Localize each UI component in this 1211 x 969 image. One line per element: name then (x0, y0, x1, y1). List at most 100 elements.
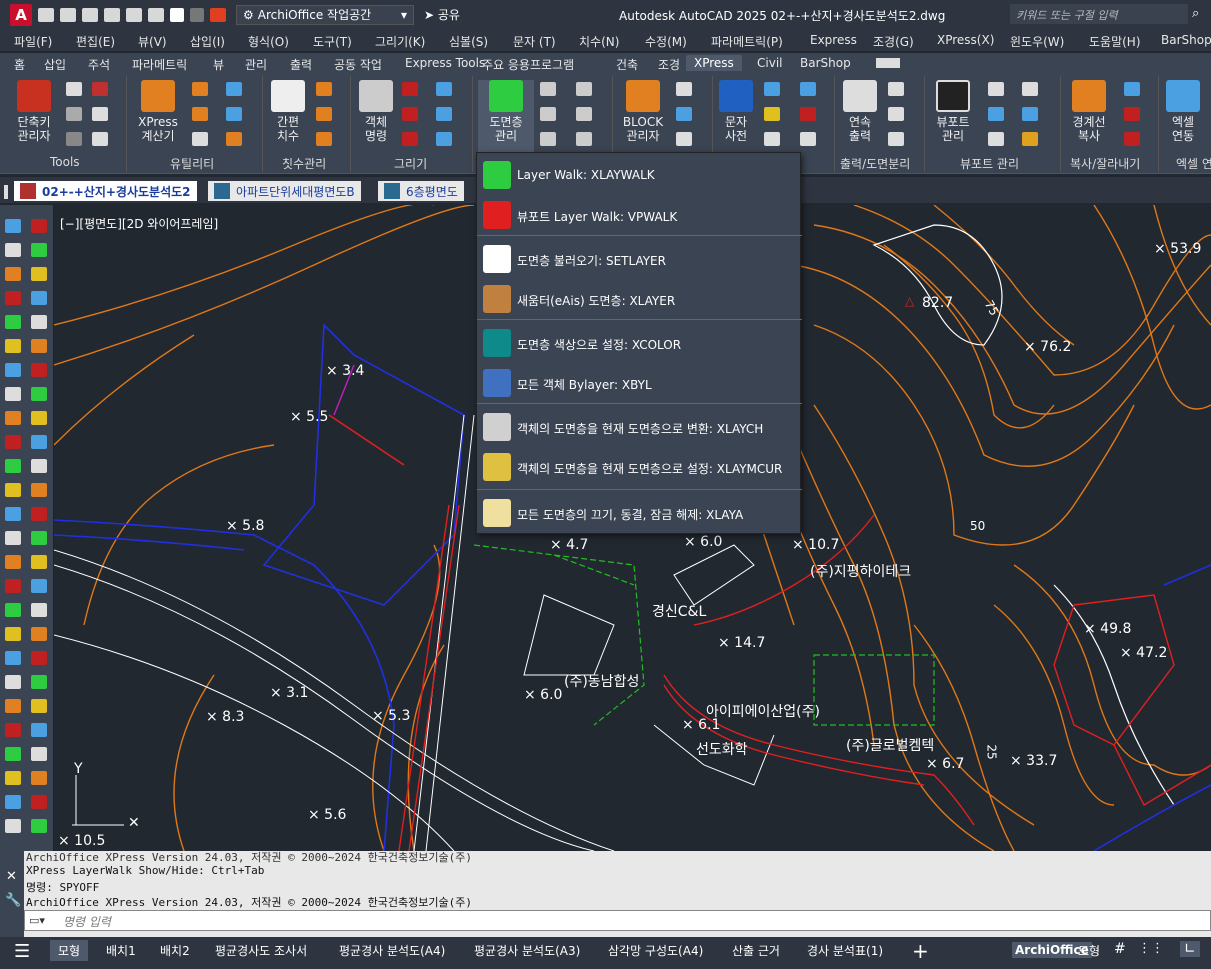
plot-icon[interactable] (148, 7, 164, 22)
left-tool-icon[interactable] (5, 219, 21, 233)
text-icon-6[interactable] (800, 132, 816, 146)
ribbon-tab-5[interactable]: 관리 (245, 56, 267, 73)
layer-icon-6[interactable] (576, 132, 592, 146)
left-tool-icon[interactable] (5, 579, 21, 593)
doc-tab[interactable]: 아파트단위세대평면도B (208, 181, 361, 201)
left-tool-icon[interactable] (31, 603, 47, 617)
menu-item-10[interactable]: 수정(M) (645, 33, 687, 50)
text-icon-4[interactable] (800, 107, 816, 121)
text-dictionary-button[interactable]: 문자 사전 (716, 80, 756, 143)
vp-icon-4[interactable] (1022, 107, 1038, 121)
layer-menu-item[interactable]: Layer Walk: XLAYWALK (477, 155, 802, 195)
left-tool-icon[interactable] (31, 243, 47, 257)
doc-tab[interactable]: 6층평면도 (378, 181, 464, 201)
left-tool-icon[interactable] (5, 819, 21, 833)
draw-icon-3[interactable] (402, 132, 418, 146)
util-icon-4[interactable] (226, 107, 242, 121)
dim-icon-3[interactable] (316, 132, 332, 146)
plot-icon-2[interactable] (888, 107, 904, 121)
left-tool-icon[interactable] (31, 651, 47, 665)
ribbon-tab-0[interactable]: 홈 (14, 56, 25, 73)
left-tool-icon[interactable] (31, 291, 47, 305)
tool-icon-6[interactable] (92, 132, 108, 146)
ribbon-tab-13[interactable]: Civil (757, 56, 782, 70)
open-folder-icon[interactable] (60, 7, 76, 22)
copy-icon-3[interactable] (1124, 132, 1140, 146)
archioffice-icon[interactable] (210, 7, 226, 22)
left-tool-icon[interactable] (5, 291, 21, 305)
dim-icon-2[interactable] (316, 107, 332, 121)
viewport-controls-label[interactable]: [−][평면도][2D 와이어프레임] (60, 215, 218, 232)
tool-icon-3[interactable] (66, 107, 82, 121)
new-file-icon[interactable] (38, 7, 54, 22)
block-icon-3[interactable] (676, 132, 692, 146)
layer-icon-1[interactable] (540, 82, 556, 96)
left-tool-icon[interactable] (5, 603, 21, 617)
menu-item-2[interactable]: 뷰(V) (138, 33, 167, 50)
text-icon-1[interactable] (764, 82, 780, 96)
excel-link-button[interactable]: 엑셀 연동 (1162, 80, 1204, 143)
left-tool-icon[interactable] (5, 747, 21, 761)
vp-icon-2[interactable] (1022, 82, 1038, 96)
layer-icon-3[interactable] (540, 107, 556, 121)
block-manager-button[interactable]: BLOCK 관리자 (618, 80, 668, 143)
ortho-icon[interactable]: ∟ (1180, 941, 1200, 957)
shortcut-manager-button[interactable]: 단축키 관리자 (12, 80, 56, 143)
search-input[interactable]: 키워드 또는 구절 입력 (1010, 4, 1188, 24)
autocad-logo-button[interactable]: A (10, 3, 32, 26)
left-tool-icon[interactable] (31, 483, 47, 497)
left-tool-icon[interactable] (31, 507, 47, 521)
left-tool-icon[interactable] (31, 795, 47, 809)
left-tool-icon[interactable] (31, 339, 47, 353)
menu-item-7[interactable]: 심볼(S) (449, 33, 488, 50)
layout-tab-0[interactable]: 모형 (50, 940, 89, 961)
workspace-dropdown[interactable]: ⚙ ArchiOffice 작업공간 ▾ (236, 4, 414, 25)
left-tool-icon[interactable] (5, 555, 21, 569)
ribbon-tab-3[interactable]: 파라메트릭 (132, 56, 187, 73)
left-tool-icon[interactable] (5, 363, 21, 377)
save-icon[interactable] (82, 7, 98, 22)
menu-item-15[interactable]: 윈도우(W) (1010, 33, 1064, 50)
layout-tab-4[interactable]: 평균경사 분석도(A4) (339, 942, 445, 959)
menu-item-1[interactable]: 편집(E) (76, 33, 115, 50)
save-as-icon[interactable] (104, 7, 120, 22)
left-tool-icon[interactable] (5, 675, 21, 689)
layer-menu-item[interactable]: 뷰포트 Layer Walk: VPWALK (477, 195, 802, 235)
vp-icon-3[interactable] (988, 107, 1004, 121)
dim-icon-1[interactable] (316, 82, 332, 96)
layout-tab-3[interactable]: 평균경사도 조사서 (215, 942, 307, 959)
layer-menu-item[interactable]: 모든 도면층의 끄기, 동결, 잠금 해제: XLAYA (477, 493, 802, 533)
ribbon-tab-14[interactable]: BarShop (800, 56, 851, 70)
left-tool-icon[interactable] (31, 363, 47, 377)
layer-icon-4[interactable] (576, 107, 592, 121)
layout-tab-1[interactable]: 배치1 (106, 942, 136, 959)
menu-item-0[interactable]: 파일(F) (14, 33, 52, 50)
menu-item-11[interactable]: 파라메트릭(P) (711, 33, 783, 50)
menu-item-3[interactable]: 삽입(I) (190, 33, 225, 50)
left-tool-icon[interactable] (5, 315, 21, 329)
left-tool-icon[interactable] (5, 411, 21, 425)
draw-icon-2[interactable] (402, 107, 418, 121)
layer-manager-button[interactable]: 도면층 관리 (478, 80, 534, 154)
add-layout-icon[interactable]: + (912, 939, 929, 963)
left-tool-icon[interactable] (31, 579, 47, 593)
left-tool-icon[interactable] (5, 339, 21, 353)
ribbon-tab-7[interactable]: 공동 작업 (334, 56, 382, 73)
left-tool-icon[interactable] (5, 267, 21, 281)
draw-icon-5[interactable] (436, 107, 452, 121)
search-icon[interactable]: ⌕ (1192, 6, 1199, 21)
tool-icon-4[interactable] (92, 107, 108, 121)
left-tool-icon[interactable] (31, 747, 47, 761)
menu-item-13[interactable]: 조경(G) (873, 33, 914, 50)
left-tool-icon[interactable] (5, 771, 21, 785)
left-tool-icon[interactable] (31, 267, 47, 281)
batch-plot-button[interactable]: 연속 출력 (840, 80, 880, 143)
menu-item-4[interactable]: 형식(O) (248, 33, 289, 50)
left-tool-icon[interactable] (5, 483, 21, 497)
copy-icon-2[interactable] (1124, 107, 1140, 121)
left-tool-icon[interactable] (5, 459, 21, 473)
left-tool-icon[interactable] (5, 435, 21, 449)
left-tool-icon[interactable] (5, 651, 21, 665)
layout-tab-6[interactable]: 삼각망 구성도(A4) (608, 942, 703, 959)
left-tool-icon[interactable] (31, 315, 47, 329)
